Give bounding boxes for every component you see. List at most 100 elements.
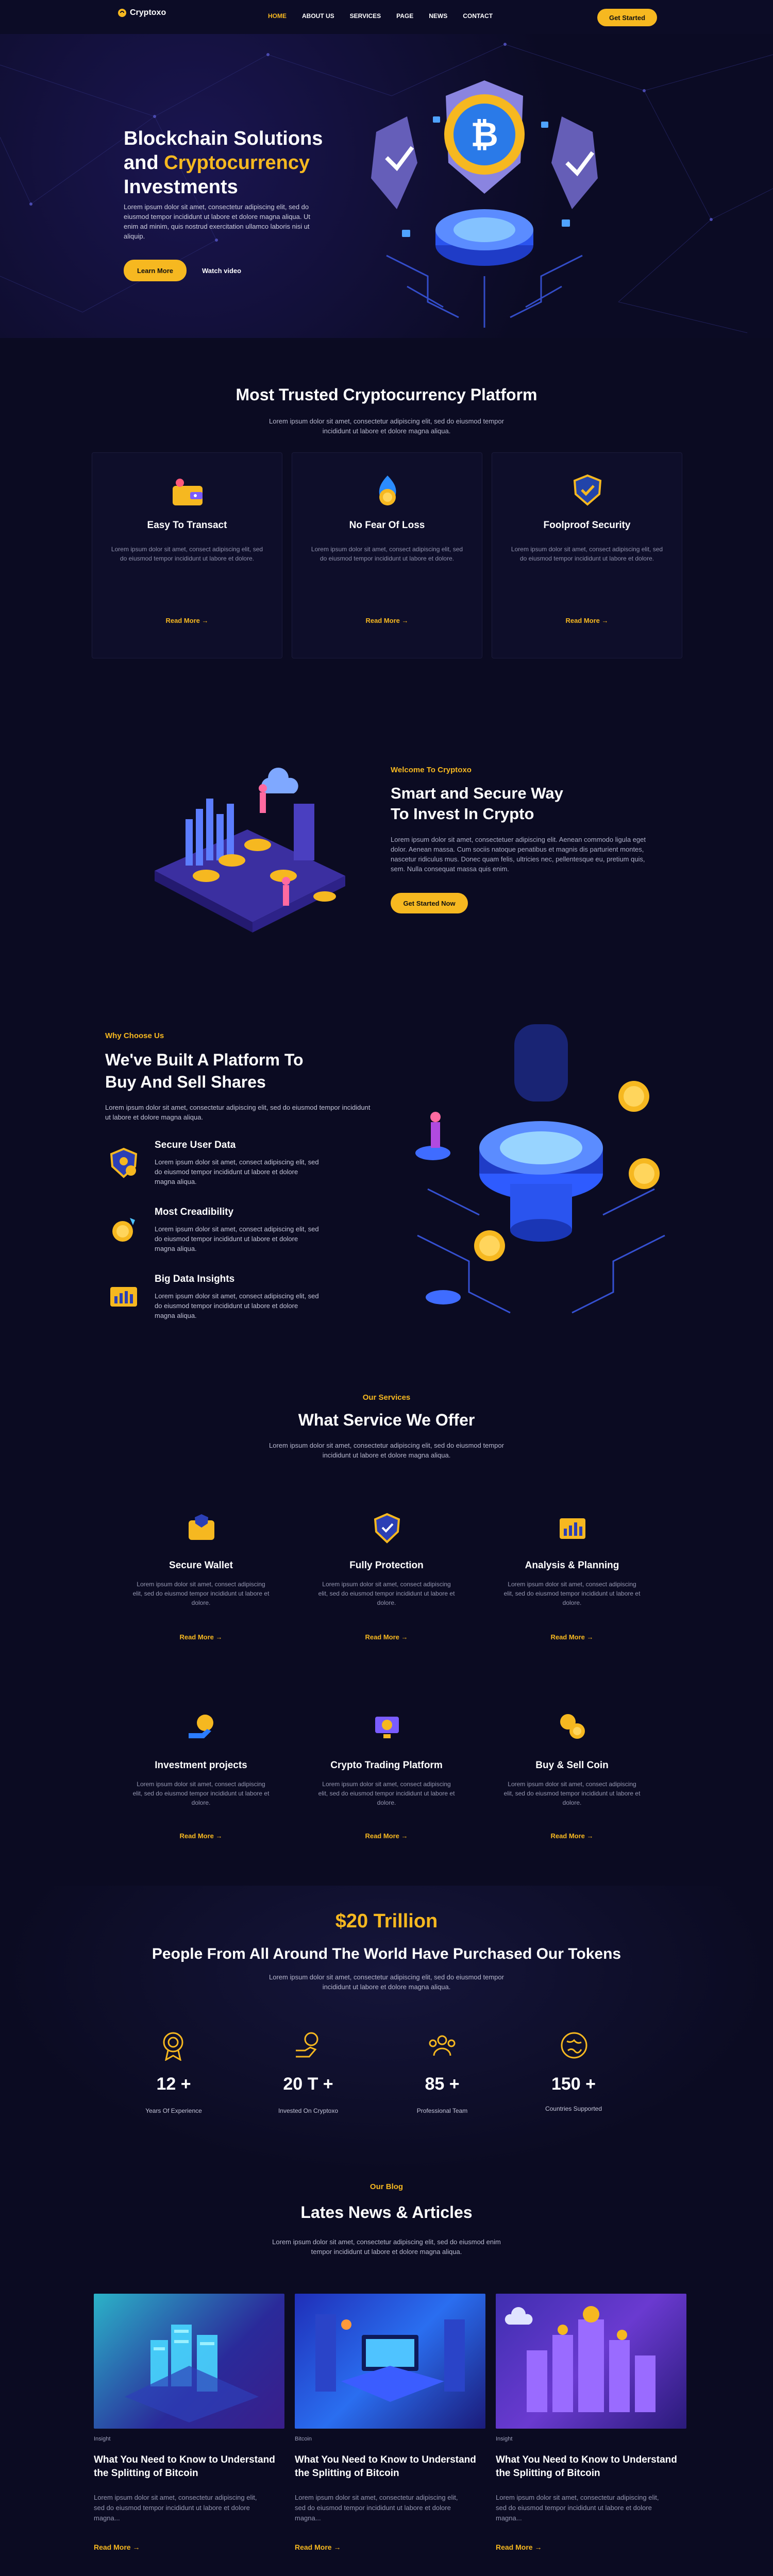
post-title[interactable]: What You Need to Know to Understand the … — [496, 2453, 686, 2480]
stat-label: Invested On Cryptoxo — [278, 2107, 339, 2114]
card-read-more[interactable]: Read More → — [292, 617, 482, 624]
service-text: Lorem ipsum dolor sit amet, consect adip… — [318, 1781, 455, 1806]
post-read-more[interactable]: Read More → — [496, 2543, 542, 2551]
nav-home[interactable]: HOME — [268, 12, 287, 20]
tokens-title: People From All Around The World Have Pu… — [152, 1945, 621, 1962]
blog-image-blockchain[interactable] — [496, 2294, 686, 2429]
bitcoin-security-illustration: ₿ — [371, 80, 598, 328]
post-read-more[interactable]: Read More → — [94, 2543, 140, 2551]
site-logo[interactable]: Cryptoxo — [117, 8, 166, 18]
medal-icon — [112, 1218, 135, 1242]
analysis-icon — [560, 1518, 585, 1539]
post-read-more[interactable]: Read More → — [295, 2543, 341, 2551]
service-read-more[interactable]: Read More → — [108, 1832, 294, 1840]
post-category[interactable]: Insight — [496, 2436, 512, 2442]
brand-name: Cryptoxo — [130, 8, 166, 17]
service-text: Lorem ipsum dolor sit amet, consect adip… — [503, 1581, 641, 1606]
tokens-subtitle: Lorem ipsum dolor sit amet, consectetur … — [269, 1973, 504, 1991]
get-started-button[interactable]: Get Started — [597, 9, 657, 26]
wallet-icon — [173, 479, 203, 505]
service-title: Crypto Trading Platform — [330, 1760, 443, 1771]
get-started-now-button[interactable]: Get Started Now — [391, 893, 468, 913]
card-read-more[interactable]: Read More → — [92, 617, 282, 624]
nav-services[interactable]: SERVICES — [350, 12, 381, 20]
investment-icon — [189, 1715, 213, 1738]
nav-about-us[interactable]: ABOUT US — [302, 12, 334, 20]
post-excerpt: Lorem ipsum dolor sit amet, consectetur … — [94, 2494, 257, 2522]
nav-news[interactable]: NEWS — [429, 12, 447, 20]
feature-text: Lorem ipsum dolor sit amet, consect adip… — [155, 1292, 319, 1319]
feature-card-1: Easy To Transact Lorem ipsum dolor sit a… — [92, 452, 282, 658]
blog-kicker: Our Blog — [369, 2182, 404, 2191]
service-read-more[interactable]: Read More → — [294, 1832, 479, 1840]
why-title: We've Built A Platform To Buy And Sell S… — [105, 1050, 304, 1091]
logo-icon — [118, 9, 126, 17]
invest-hand-icon — [296, 2032, 318, 2058]
stat-label: Professional Team — [416, 2107, 468, 2114]
hero-section: Blockchain Solutions and Cryptocurrency … — [0, 34, 773, 338]
service-text: Lorem ipsum dolor sit amet, consect adip… — [318, 1581, 455, 1606]
blog-title: Lates News & Articles — [300, 2203, 473, 2222]
coins-icon — [560, 1714, 585, 1739]
why-text: Lorem ipsum dolor sit amet, consectetur … — [105, 1104, 371, 1121]
stat-label: Countries Supported — [545, 2105, 602, 2112]
post-title[interactable]: What You Need to Know to Understand the … — [94, 2453, 284, 2480]
service-title: Investment projects — [155, 1760, 247, 1771]
service-text: Lorem ipsum dolor sit amet, consect adip… — [132, 1781, 270, 1806]
feature-text: Lorem ipsum dolor sit amet, consect adip… — [155, 1225, 319, 1252]
shield-icon — [374, 1513, 400, 1544]
svg-text:₿: ₿ — [470, 115, 498, 154]
fire-coin-icon — [379, 476, 396, 505]
award-icon — [163, 2032, 183, 2061]
learn-more-button[interactable]: Learn More — [124, 260, 187, 281]
feature-title: Big Data Insights — [155, 1274, 235, 1284]
welcome-kicker: Welcome To Cryptoxo — [391, 766, 472, 774]
watch-video-link[interactable]: Watch video — [202, 267, 241, 275]
post-excerpt: Lorem ipsum dolor sit amet, consectetur … — [496, 2494, 659, 2522]
feature-text: Lorem ipsum dolor sit amet, consect adip… — [155, 1158, 319, 1185]
welcome-text: Lorem ipsum dolor sit amet, consectetuer… — [391, 836, 646, 873]
stat-value: 20 T + — [283, 2074, 333, 2094]
team-icon — [429, 2035, 456, 2056]
secure-wallet-icon — [189, 1514, 214, 1540]
card-title: No Fear Of Loss — [349, 520, 425, 531]
trusted-subtitle: Lorem ipsum dolor sit amet, consectetur … — [269, 417, 504, 435]
why-kicker: Why Choose Us — [105, 1031, 164, 1040]
service-text: Lorem ipsum dolor sit amet, consect adip… — [503, 1781, 641, 1806]
welcome-title: Smart and Secure Way To Invest In Crypto — [391, 784, 563, 823]
service-read-more[interactable]: Read More → — [479, 1633, 665, 1641]
services-kicker: Our Services — [362, 1393, 411, 1402]
service-title: Fully Protection — [349, 1560, 424, 1571]
secure-user-icon — [110, 1147, 138, 1178]
service-read-more[interactable]: Read More → — [294, 1633, 479, 1641]
post-title[interactable]: What You Need to Know to Understand the … — [295, 2453, 485, 2480]
stat-value: 85 + — [425, 2074, 460, 2094]
nav-contact[interactable]: CONTACT — [463, 12, 493, 20]
nav-page[interactable]: PAGE — [396, 12, 413, 20]
card-title: Easy To Transact — [147, 520, 227, 531]
data-hub-illustration — [415, 1024, 665, 1314]
tokens-amount: $20 Trillion — [335, 1910, 438, 1932]
feature-card-3: Foolproof Security Lorem ipsum dolor sit… — [492, 452, 682, 658]
stat-value: 150 + — [551, 2074, 596, 2094]
services-title: What Service We Offer — [298, 1411, 475, 1429]
feature-title: Secure User Data — [155, 1140, 236, 1150]
post-excerpt: Lorem ipsum dolor sit amet, consectetur … — [295, 2494, 458, 2522]
blog-image-workspace[interactable] — [295, 2294, 485, 2429]
blog-image-servers[interactable] — [94, 2294, 284, 2429]
feature-title: Most Creadibility — [155, 1207, 234, 1217]
post-category[interactable]: Bitcoin — [295, 2436, 312, 2442]
service-read-more[interactable]: Read More → — [479, 1832, 665, 1840]
service-title: Analysis & Planning — [525, 1560, 619, 1571]
globe-icon — [561, 2032, 587, 2059]
card-text: Lorem ipsum dolor sit amet, consect adip… — [311, 546, 463, 562]
post-category[interactable]: Insight — [94, 2436, 110, 2442]
stat-label: Years Of Experience — [145, 2107, 202, 2114]
service-text: Lorem ipsum dolor sit amet, consect adip… — [132, 1581, 270, 1606]
site-header: Cryptoxo HOME ABOUT US SERVICES PAGE NEW… — [0, 0, 773, 34]
blog-subtitle: Lorem ipsum dolor sit amet, consectetur … — [272, 2238, 501, 2256]
main-nav: HOME ABOUT US SERVICES PAGE NEWS CONTACT — [268, 12, 493, 20]
investment-platform-illustration — [155, 768, 345, 933]
card-read-more[interactable]: Read More → — [492, 617, 682, 624]
service-read-more[interactable]: Read More → — [108, 1633, 294, 1641]
